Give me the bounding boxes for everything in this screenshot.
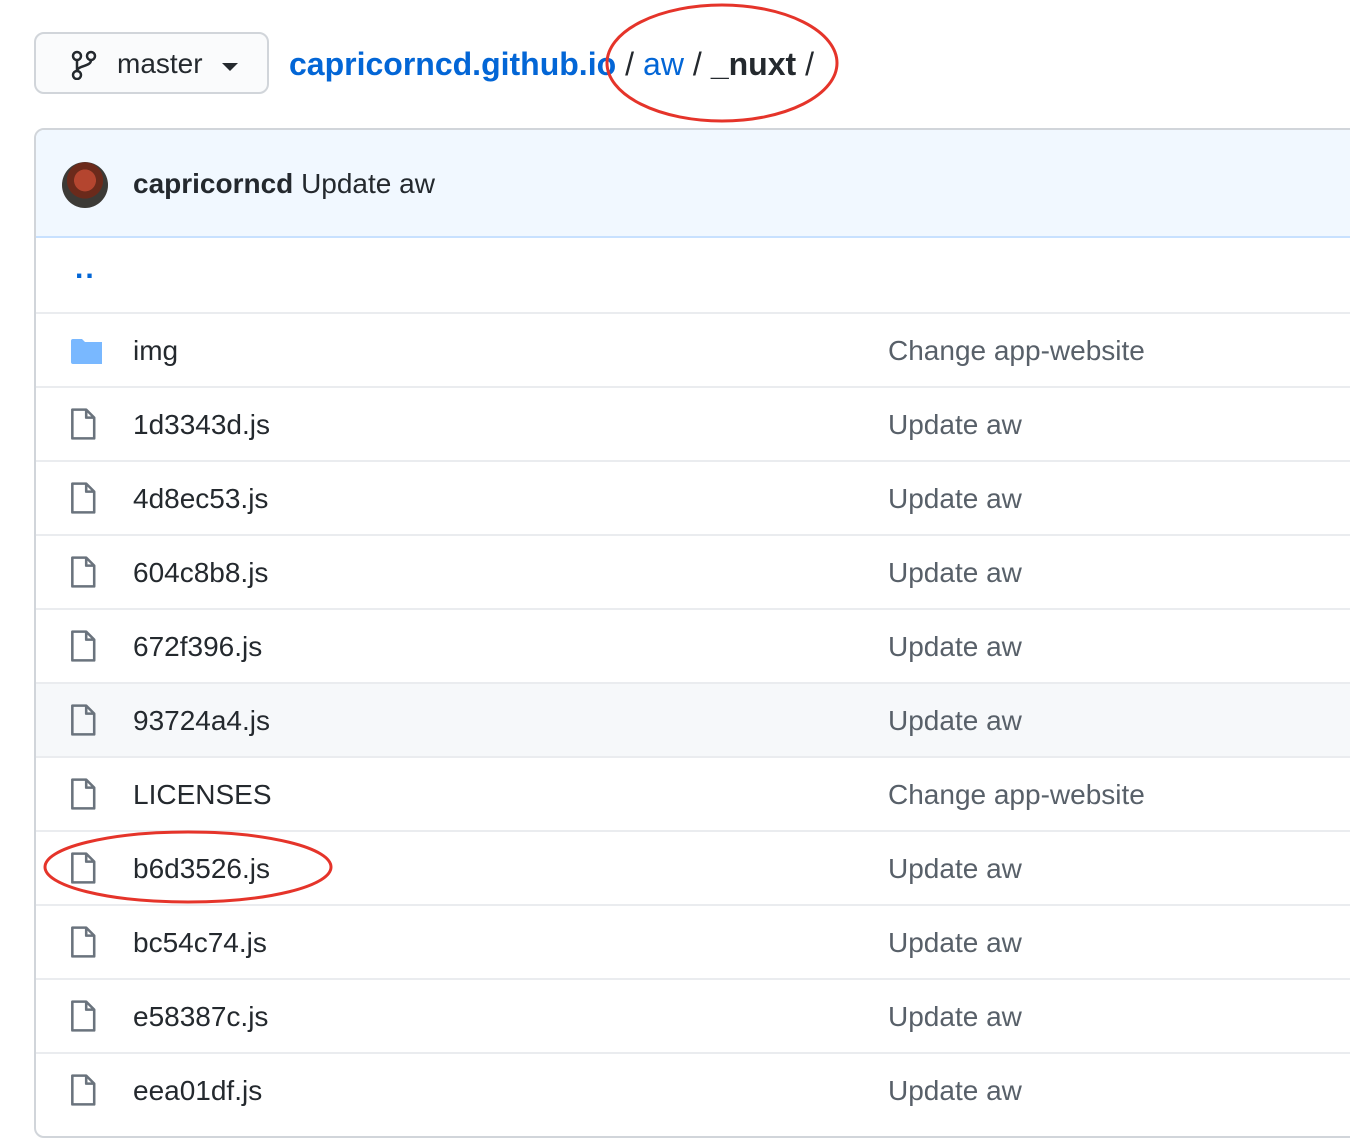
file-name-link[interactable]: 604c8b8.js <box>133 557 268 589</box>
commit-message-link[interactable]: Update aw <box>888 409 1022 441</box>
commit-message-link[interactable]: Update aw <box>888 927 1022 959</box>
file-row[interactable]: LICENSES Change app-website <box>36 756 1350 830</box>
commit-message-link[interactable]: Change app-website <box>888 335 1145 367</box>
commit-message-link[interactable]: Update aw <box>888 853 1022 885</box>
avatar[interactable] <box>62 162 108 208</box>
file-icon <box>70 556 98 588</box>
branch-label: master <box>117 48 203 79</box>
parent-directory-link[interactable]: .. <box>75 252 96 286</box>
file-icon <box>70 852 98 884</box>
file-name-link[interactable]: eea01df.js <box>133 1075 262 1107</box>
file-name-link[interactable]: 672f396.js <box>133 631 262 663</box>
file-name-link[interactable]: LICENSES <box>133 779 272 811</box>
file-row[interactable]: b6d3526.js Update aw <box>36 830 1350 904</box>
breadcrumb-separator: / <box>625 46 635 82</box>
breadcrumb-current: _nuxt <box>710 46 797 82</box>
file-icon <box>70 630 98 662</box>
file-icon <box>70 482 98 514</box>
file-row[interactable]: bc54c74.js Update aw <box>36 904 1350 978</box>
file-row[interactable]: 1d3343d.js Update aw <box>36 386 1350 460</box>
file-name-link[interactable]: e58387c.js <box>133 1001 268 1033</box>
file-name-link[interactable]: 93724a4.js <box>133 705 270 737</box>
file-name-link[interactable]: img <box>133 335 178 367</box>
branch-select-button[interactable]: master <box>34 32 269 94</box>
commit-message-link[interactable]: Update aw <box>888 705 1022 737</box>
parent-directory-row[interactable]: .. <box>36 238 1350 312</box>
file-name-link[interactable]: 1d3343d.js <box>133 409 270 441</box>
file-icon <box>70 408 98 440</box>
file-icon <box>70 778 98 810</box>
git-branch-icon <box>71 50 97 80</box>
commit-message-link[interactable]: Update aw <box>301 168 435 199</box>
commit-message-link[interactable]: Update aw <box>888 557 1022 589</box>
file-icon <box>70 926 98 958</box>
file-row[interactable]: eea01df.js Update aw <box>36 1052 1350 1126</box>
folder-icon <box>68 334 105 366</box>
file-row[interactable]: 672f396.js Update aw <box>36 608 1350 682</box>
commit-author-link[interactable]: capricorncd <box>133 168 293 199</box>
file-icon <box>70 1074 98 1106</box>
latest-commit-header: capricorncd Update aw <box>36 130 1350 238</box>
breadcrumb-repo-link[interactable]: capricorncd.github.io <box>289 46 616 82</box>
commit-summary: capricorncd Update aw <box>133 168 435 200</box>
file-row[interactable]: 604c8b8.js Update aw <box>36 534 1350 608</box>
commit-message-link[interactable]: Update aw <box>888 483 1022 515</box>
file-browser: capricorncd Update aw .. img Change app-w… <box>34 128 1350 1138</box>
commit-message-link[interactable]: Update aw <box>888 631 1022 663</box>
file-row[interactable]: img Change app-website <box>36 312 1350 386</box>
commit-message-link[interactable]: Update aw <box>888 1075 1022 1107</box>
top-bar: master capricorncd.github.io / aw / _nuxt / <box>0 0 1350 128</box>
file-name-link[interactable]: bc54c74.js <box>133 927 267 959</box>
commit-message-link[interactable]: Change app-website <box>888 779 1145 811</box>
file-name-link[interactable]: b6d3526.js <box>133 853 270 885</box>
file-icon <box>70 704 98 736</box>
file-row[interactable]: 4d8ec53.js Update aw <box>36 460 1350 534</box>
breadcrumb-separator: / <box>805 46 815 82</box>
commit-message-link[interactable]: Update aw <box>888 1001 1022 1033</box>
file-list: img Change app-website 1d3343d.js Update aw… <box>36 312 1350 1126</box>
file-icon <box>70 1000 98 1032</box>
file-row[interactable]: e58387c.js Update aw <box>36 978 1350 1052</box>
breadcrumb: capricorncd.github.io / aw / _nuxt / <box>289 42 823 86</box>
file-row[interactable]: 93724a4.js Update aw <box>36 682 1350 756</box>
chevron-down-icon <box>222 63 238 71</box>
breadcrumb-dir-link[interactable]: aw <box>643 46 684 82</box>
breadcrumb-separator: / <box>692 46 702 82</box>
file-name-link[interactable]: 4d8ec53.js <box>133 483 268 515</box>
